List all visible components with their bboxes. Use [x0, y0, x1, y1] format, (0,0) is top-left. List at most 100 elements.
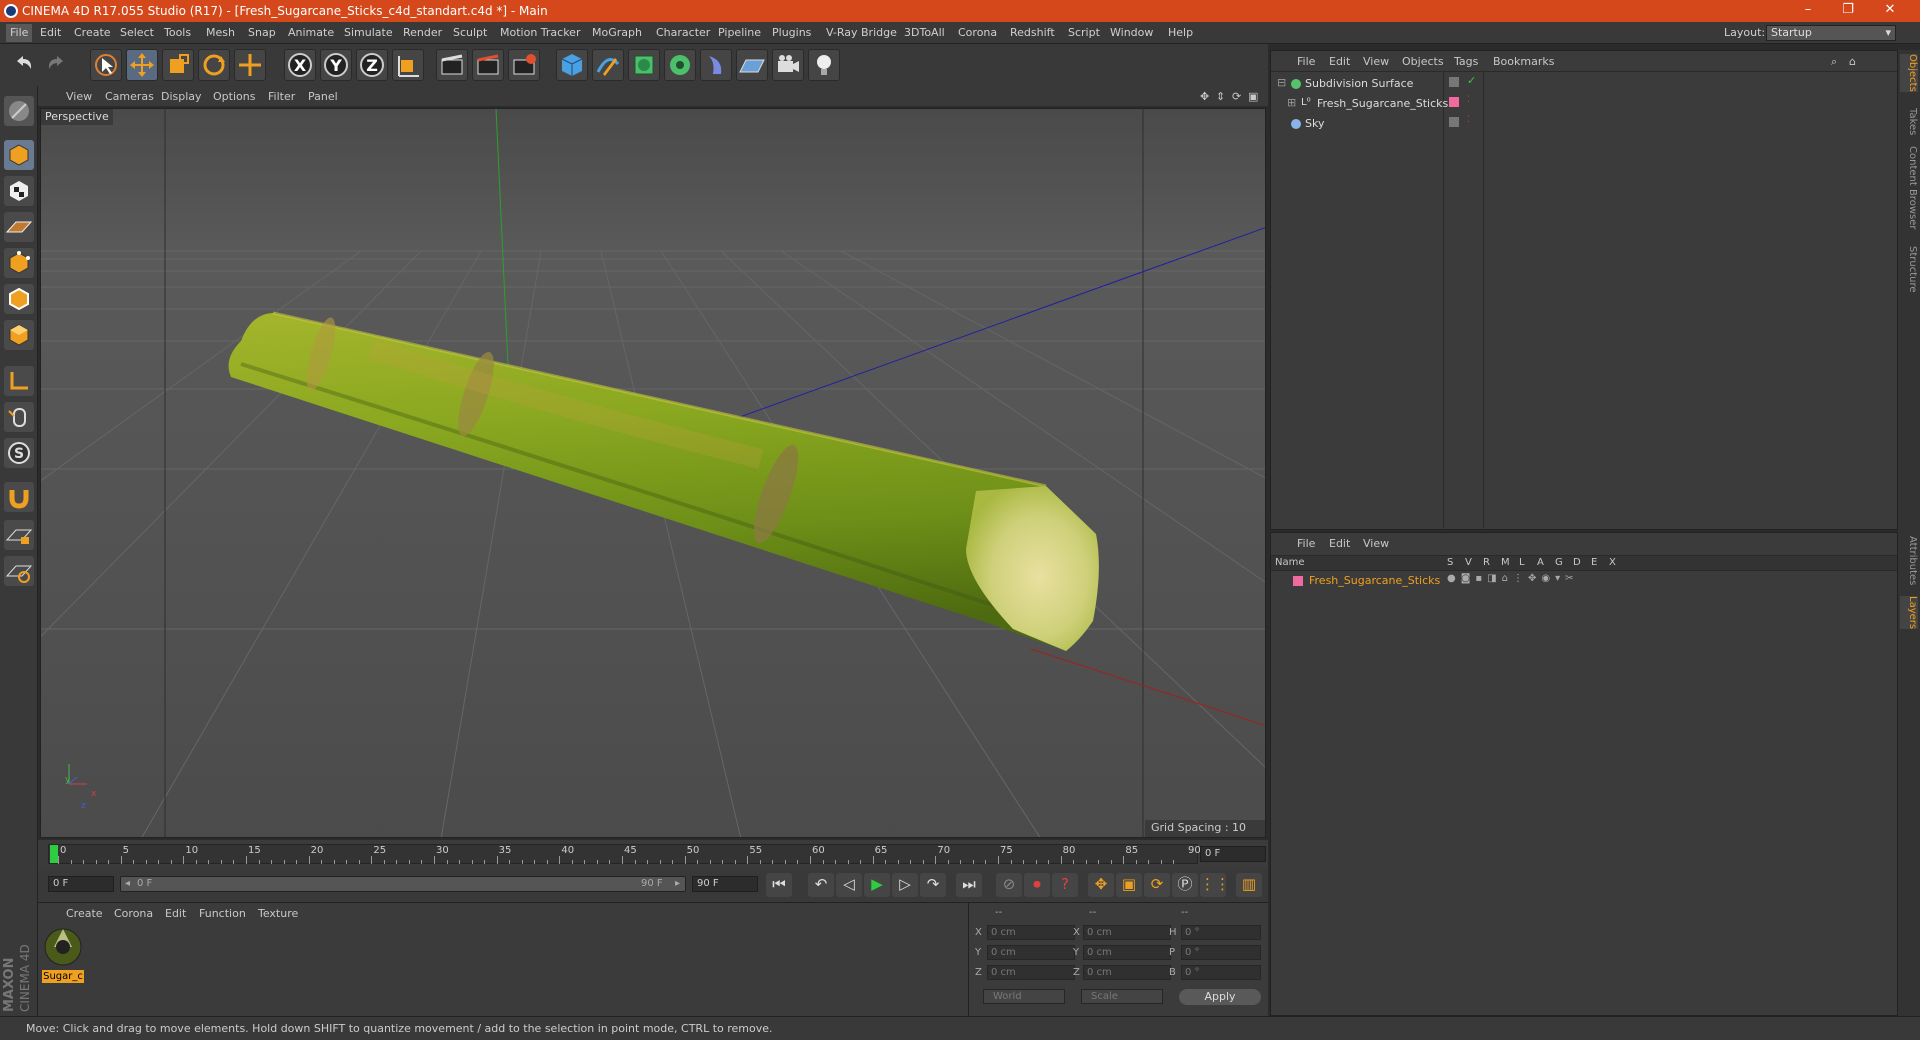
layer-col-name[interactable]: Name [1275, 557, 1305, 568]
play-button[interactable]: ▶ [864, 873, 890, 897]
points-mode-button[interactable] [4, 248, 34, 278]
edges-mode-button[interactable] [4, 284, 34, 314]
menu-vray-bridge[interactable]: V-Ray Bridge [826, 26, 897, 39]
cube-object-button[interactable] [556, 49, 588, 81]
menu-motion-tracker[interactable]: Motion Tracker [500, 26, 580, 39]
subdivision-surface-button[interactable] [628, 49, 660, 81]
vp-menu-cameras[interactable]: Cameras [105, 90, 154, 103]
render-view-button[interactable] [436, 49, 468, 81]
menu-tools[interactable]: Tools [164, 26, 191, 39]
obj-menu-tags[interactable]: Tags [1454, 55, 1478, 68]
tab-takes[interactable]: Takes [1900, 108, 1918, 135]
search-icon[interactable]: ⌕ [1831, 55, 1837, 69]
home-icon[interactable]: ⌂ [1849, 55, 1856, 68]
visibility-toggle-icon[interactable] [1449, 77, 1459, 87]
undo-button[interactable] [8, 49, 40, 81]
layer-col-r[interactable]: R [1483, 557, 1490, 568]
menu-sculpt[interactable]: Sculpt [453, 26, 487, 39]
perspective-viewport[interactable]: Perspective y x z Grid Spacing : 10 cm [40, 108, 1266, 838]
x-axis-button[interactable]: X [284, 49, 316, 81]
layer-name[interactable]: Fresh_Sugarcane_Sticks [1309, 574, 1440, 587]
object-name[interactable]: Fresh_Sugarcane_Sticks [1317, 97, 1448, 110]
vp-menu-filter[interactable]: Filter [268, 90, 295, 103]
vp-rotate-icon[interactable]: ⟳ [1232, 90, 1241, 103]
layer-col-x[interactable]: X [1609, 557, 1616, 568]
rot-b-field[interactable]: 0 ° [1181, 965, 1261, 980]
cloner-button[interactable] [664, 49, 696, 81]
enable-axis-button[interactable] [4, 366, 34, 396]
key-scale-button[interactable]: ▣ [1116, 873, 1142, 897]
pos-x-field[interactable]: 0 cm [987, 925, 1075, 940]
scale-select[interactable]: Scale [1081, 989, 1163, 1004]
magnet-button[interactable] [4, 482, 34, 512]
vp-move-icon[interactable]: ✥ [1200, 90, 1209, 103]
apply-button[interactable]: Apply [1179, 989, 1261, 1005]
layer-menu-edit[interactable]: Edit [1329, 537, 1350, 550]
object-name[interactable]: Sky [1305, 117, 1324, 130]
material-name[interactable]: Sugar_c [42, 970, 84, 983]
layer-color-swatch[interactable] [1293, 576, 1303, 586]
object-row[interactable]: Sky ⁚ [1271, 115, 1897, 133]
obj-menu-file[interactable]: File [1297, 55, 1315, 68]
vp-maximize-icon[interactable]: ▣ [1248, 90, 1258, 103]
obj-menu-bookmarks[interactable]: Bookmarks [1493, 55, 1554, 68]
end-frame-field[interactable]: 90 F [692, 876, 758, 892]
vp-zoom-icon[interactable]: ⇕ [1216, 90, 1225, 103]
layer-col-l[interactable]: L [1519, 557, 1525, 568]
layer-menu-file[interactable]: File [1297, 537, 1315, 550]
autokeying-button[interactable]: ⏺ [1024, 873, 1050, 897]
pos-z-field[interactable]: 0 cm [987, 965, 1075, 980]
previous-frame-button[interactable]: ◁ [836, 873, 862, 897]
render-picture-viewer-button[interactable] [472, 49, 504, 81]
y-axis-button[interactable]: Y [320, 49, 352, 81]
render-settings-button[interactable] [508, 49, 540, 81]
texture-mode-button[interactable] [4, 176, 34, 206]
redo-button[interactable] [42, 49, 74, 81]
menu-character[interactable]: Character [656, 26, 710, 39]
vp-menu-options[interactable]: Options [213, 90, 255, 103]
layer-menu-view[interactable]: View [1363, 537, 1389, 550]
model-mode-button[interactable] [4, 140, 34, 170]
restore-button[interactable]: ❐ [1828, 0, 1868, 22]
menu-help[interactable]: Help [1168, 26, 1193, 39]
menu-mograph[interactable]: MoGraph [592, 26, 642, 39]
go-to-start-button[interactable]: ⏮ [766, 873, 792, 897]
layer-col-e[interactable]: E [1591, 557, 1597, 568]
pos-y-field[interactable]: 0 cm [987, 945, 1075, 960]
object-row[interactable]: ⊟ Subdivision Surface ✓ [1271, 74, 1897, 93]
layer-col-m[interactable]: M [1501, 557, 1510, 568]
floor-button[interactable] [736, 49, 768, 81]
record-active-objects-button[interactable]: ⊘ [996, 873, 1022, 897]
live-select-button[interactable] [234, 49, 266, 81]
world-select[interactable]: World [983, 989, 1065, 1004]
tab-structure[interactable]: Structure [1900, 246, 1918, 293]
obj-menu-objects[interactable]: Objects [1402, 55, 1444, 68]
go-to-end-button[interactable]: ⏭ [956, 873, 982, 897]
object-name[interactable]: Subdivision Surface [1305, 77, 1413, 90]
enabled-check-icon[interactable]: ✓ [1467, 74, 1476, 87]
mat-menu-create[interactable]: Create [66, 907, 103, 920]
menu-window[interactable]: Window [1110, 26, 1153, 39]
polygons-mode-button[interactable] [4, 320, 34, 350]
vp-menu-display[interactable]: Display [161, 90, 202, 103]
select-tool-button[interactable] [90, 49, 122, 81]
tab-attributes[interactable]: Attributes [1900, 536, 1918, 585]
range-right-arrow-icon[interactable]: ▸ [675, 878, 680, 889]
workplane-mode-button[interactable] [4, 212, 34, 242]
expand-icon[interactable]: ⊞ [1287, 96, 1296, 109]
mat-menu-corona[interactable]: Corona [114, 907, 153, 920]
menu-simulate[interactable]: Simulate [344, 26, 393, 39]
menu-plugins[interactable]: Plugins [772, 26, 811, 39]
locked-workplane-button[interactable] [4, 520, 34, 550]
spline-pen-button[interactable] [592, 49, 624, 81]
visibility-dots-icon[interactable]: ⁚ [1467, 95, 1470, 105]
menu-select[interactable]: Select [120, 26, 154, 39]
obj-menu-edit[interactable]: Edit [1329, 55, 1350, 68]
vp-menu-view[interactable]: View [66, 90, 92, 103]
range-left-arrow-icon[interactable]: ◂ [125, 878, 130, 889]
size-z-field[interactable]: 0 cm [1083, 965, 1171, 980]
key-parameter-button[interactable]: Ⓟ [1172, 873, 1198, 897]
z-axis-button[interactable]: Z [356, 49, 388, 81]
rotate-tool-button[interactable] [198, 49, 230, 81]
tweak-mode-button[interactable] [4, 402, 34, 432]
